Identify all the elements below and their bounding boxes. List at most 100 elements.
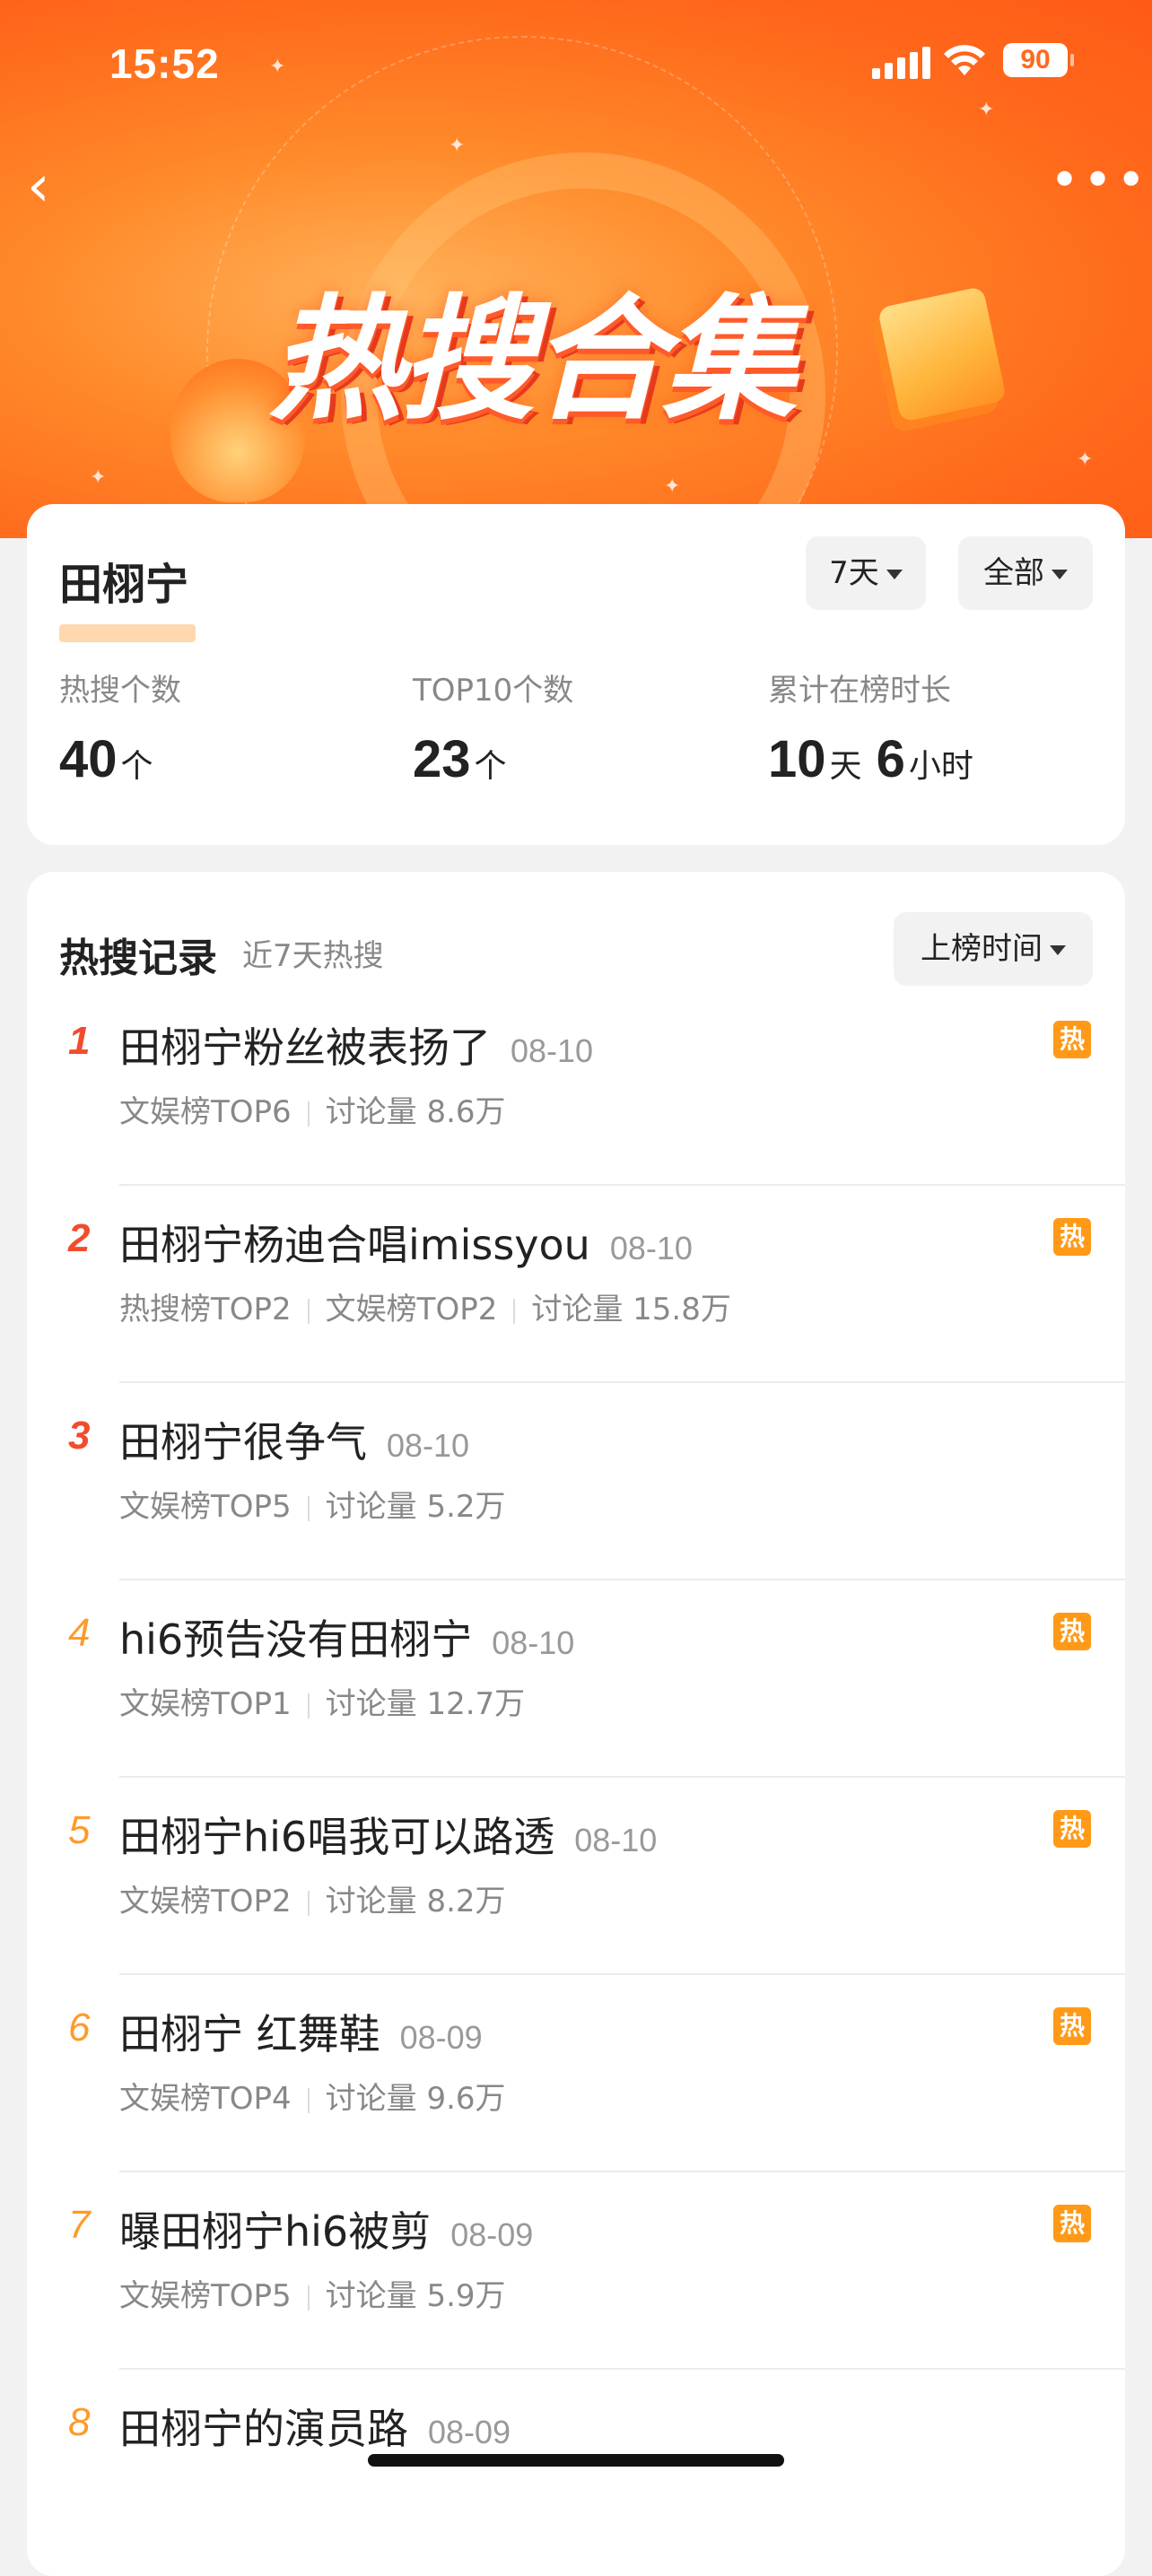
status-bar: 15:52 90 — [0, 0, 1152, 126]
sort-label: 上榜时间 — [921, 931, 1043, 967]
stat-label: 累计在榜时长 — [768, 673, 951, 709]
item-title-line: 田栩宁很争气 08-10 — [119, 1410, 469, 1469]
status-time: 15:52 — [109, 40, 220, 87]
list-item[interactable]: 4 hi6预告没有田栩宁 08-10 文娱榜TOP1 讨论量 12.7万 热 — [27, 1580, 1125, 1778]
meta-text: 讨论量 9.6万 — [325, 2081, 506, 2117]
hot-badge: 热 — [1053, 2007, 1091, 2045]
meta-text: 文娱榜TOP4 — [119, 2081, 292, 2117]
days-filter-dropdown[interactable]: 7天 — [806, 536, 926, 610]
item-title-line: 田栩宁 红舞鞋 08-09 — [119, 2002, 483, 2061]
records-card: 热搜记录 近7天热搜 上榜时间 1 田栩宁粉丝被表扬了 08-10 文娱榜TOP6 讨论… — [27, 872, 1125, 2576]
item-title: hi6预告没有田栩宁 — [119, 1615, 473, 1664]
item-rank: 1 — [68, 1019, 91, 1063]
item-meta: 文娱榜TOP5 讨论量 5.2万 — [119, 1482, 506, 1526]
stat-top10-count: TOP10个数 23 个 — [413, 666, 573, 789]
item-title-line: 田栩宁杨迪合唱imissyou 08-10 — [119, 1213, 693, 1272]
records-title: 热搜记录 — [59, 936, 217, 981]
meta-divider — [307, 2087, 310, 2113]
name-highlight — [59, 624, 196, 642]
item-rank: 8 — [68, 2400, 91, 2444]
sort-dropdown[interactable]: 上榜时间 — [894, 912, 1093, 986]
item-title-line: 田栩宁粉丝被表扬了 08-10 — [119, 1015, 593, 1075]
item-title: 田栩宁粉丝被表扬了 — [119, 1023, 491, 1072]
sparkle-icon: ✦ — [449, 135, 466, 157]
item-meta: 文娱榜TOP4 讨论量 9.6万 — [119, 2074, 506, 2118]
back-icon[interactable]: ‹ — [27, 151, 81, 222]
meta-divider — [307, 2284, 310, 2311]
meta-divider — [513, 1298, 516, 1324]
hot-badge: 热 — [1053, 1218, 1091, 1256]
stat-total-duration: 累计在榜时长 10 天 6 小时 — [768, 666, 973, 789]
meta-text: 文娱榜TOP6 — [119, 1094, 292, 1130]
list-item[interactable]: 8 田栩宁的演员路 08-09 — [27, 2370, 1125, 2567]
item-date: 08-10 — [574, 1822, 658, 1858]
meta-text: 文娱榜TOP2 — [119, 1884, 292, 1919]
meta-text: 文娱榜TOP1 — [119, 1686, 292, 1722]
caret-down-icon — [1052, 570, 1068, 579]
list-item[interactable]: 3 田栩宁很争气 08-10 文娱榜TOP5 讨论量 5.2万 — [27, 1383, 1125, 1580]
meta-text: 讨论量 15.8万 — [531, 1292, 731, 1327]
more-icon[interactable]: ••• — [1050, 156, 1146, 208]
item-title-line: hi6预告没有田栩宁 08-10 — [119, 1607, 574, 1667]
home-indicator — [368, 2454, 784, 2467]
item-title-line: 田栩宁的演员路 08-09 — [119, 2397, 511, 2456]
item-meta: 热搜榜TOP2 文娱榜TOP2 讨论量 15.8万 — [119, 1284, 731, 1328]
item-title: 曝田栩宁hi6被剪 — [119, 2207, 432, 2256]
meta-text: 讨论量 5.2万 — [325, 1489, 506, 1525]
hot-badge: 热 — [1053, 1810, 1091, 1848]
item-rank: 5 — [68, 1808, 91, 1852]
records-list: 1 田栩宁粉丝被表扬了 08-10 文娱榜TOP6 讨论量 8.6万热 2 田栩宁杨迪合唱i… — [27, 988, 1125, 2567]
list-item[interactable]: 2 田栩宁杨迪合唱imissyou 08-10 热搜榜TOP2 文娱榜TOP2 讨论量 1… — [27, 1186, 1125, 1383]
list-item[interactable]: 5 田栩宁hi6唱我可以路透 08-10 文娱榜TOP2 讨论量 8.2万 热 — [27, 1778, 1125, 1975]
sparkle-icon: ✦ — [90, 466, 107, 489]
battery-icon: 90 — [1003, 43, 1074, 77]
sparkle-icon: ✦ — [1077, 448, 1094, 471]
item-title-line: 田栩宁hi6唱我可以路透 08-10 — [119, 1805, 657, 1864]
list-item[interactable]: 6 田栩宁 红舞鞋 08-09 文娱榜TOP4 讨论量 9.6万 热 — [27, 1975, 1125, 2172]
item-meta: 文娱榜TOP2 讨论量 8.2万 — [119, 1876, 506, 1920]
meta-text: 热搜榜TOP2 — [119, 1292, 292, 1327]
stat-hot-count: 热搜个数 40 个 — [59, 666, 181, 789]
meta-text: 讨论量 5.9万 — [325, 2278, 506, 2314]
item-date: 08-09 — [450, 2216, 534, 2253]
item-date: 08-10 — [492, 1624, 575, 1661]
person-name-wrap: 田栩宁 — [59, 549, 196, 642]
item-date: 08-10 — [511, 1032, 594, 1069]
item-title: 田栩宁 红舞鞋 — [119, 2010, 380, 2058]
item-title: 田栩宁杨迪合唱imissyou — [119, 1221, 590, 1269]
item-title: 田栩宁的演员路 — [119, 2405, 408, 2453]
meta-text: 讨论量 12.7万 — [325, 1686, 526, 1722]
stat-value: 40 个 — [59, 730, 153, 788]
item-date: 08-09 — [399, 2019, 483, 2056]
item-rank: 6 — [68, 2006, 91, 2049]
item-title: 田栩宁hi6唱我可以路透 — [119, 1813, 555, 1861]
hot-badge: 热 — [1053, 1021, 1091, 1058]
hot-badge: 热 — [1053, 1613, 1091, 1650]
days-filter-label: 7天 — [829, 555, 879, 591]
item-title-line: 曝田栩宁hi6被剪 08-09 — [119, 2199, 533, 2258]
caret-down-icon — [1050, 945, 1066, 955]
records-subtitle: 近7天热搜 — [242, 938, 384, 974]
item-rank: 7 — [68, 2203, 91, 2247]
item-date: 08-09 — [428, 2414, 511, 2450]
meta-text: 文娱榜TOP5 — [119, 1489, 292, 1525]
caret-down-icon — [886, 570, 903, 579]
item-date: 08-10 — [609, 1230, 693, 1266]
meta-text: 讨论量 8.2万 — [325, 1884, 506, 1919]
stat-label: 热搜个数 — [59, 673, 181, 709]
meta-divider — [307, 1298, 310, 1324]
meta-divider — [307, 1890, 310, 1916]
type-filter-dropdown[interactable]: 全部 — [958, 536, 1093, 610]
hot-badge: 热 — [1053, 2205, 1091, 2242]
wifi-icon — [944, 45, 985, 75]
meta-divider — [307, 1495, 310, 1521]
banner-title: 热搜合集 — [269, 283, 797, 439]
item-title: 田栩宁很争气 — [119, 1418, 367, 1466]
item-meta: 文娱榜TOP6 讨论量 8.6万 — [119, 1087, 506, 1131]
item-meta: 文娱榜TOP1 讨论量 12.7万 — [119, 1679, 525, 1723]
item-rank: 3 — [68, 1414, 91, 1458]
item-rank: 2 — [68, 1216, 91, 1260]
list-item[interactable]: 1 田栩宁粉丝被表扬了 08-10 文娱榜TOP6 讨论量 8.6万 热 — [27, 988, 1125, 1186]
list-item[interactable]: 7 曝田栩宁hi6被剪 08-09 文娱榜TOP5 讨论量 5.9万 热 — [27, 2172, 1125, 2370]
sparkle-icon: ✦ — [664, 475, 681, 498]
